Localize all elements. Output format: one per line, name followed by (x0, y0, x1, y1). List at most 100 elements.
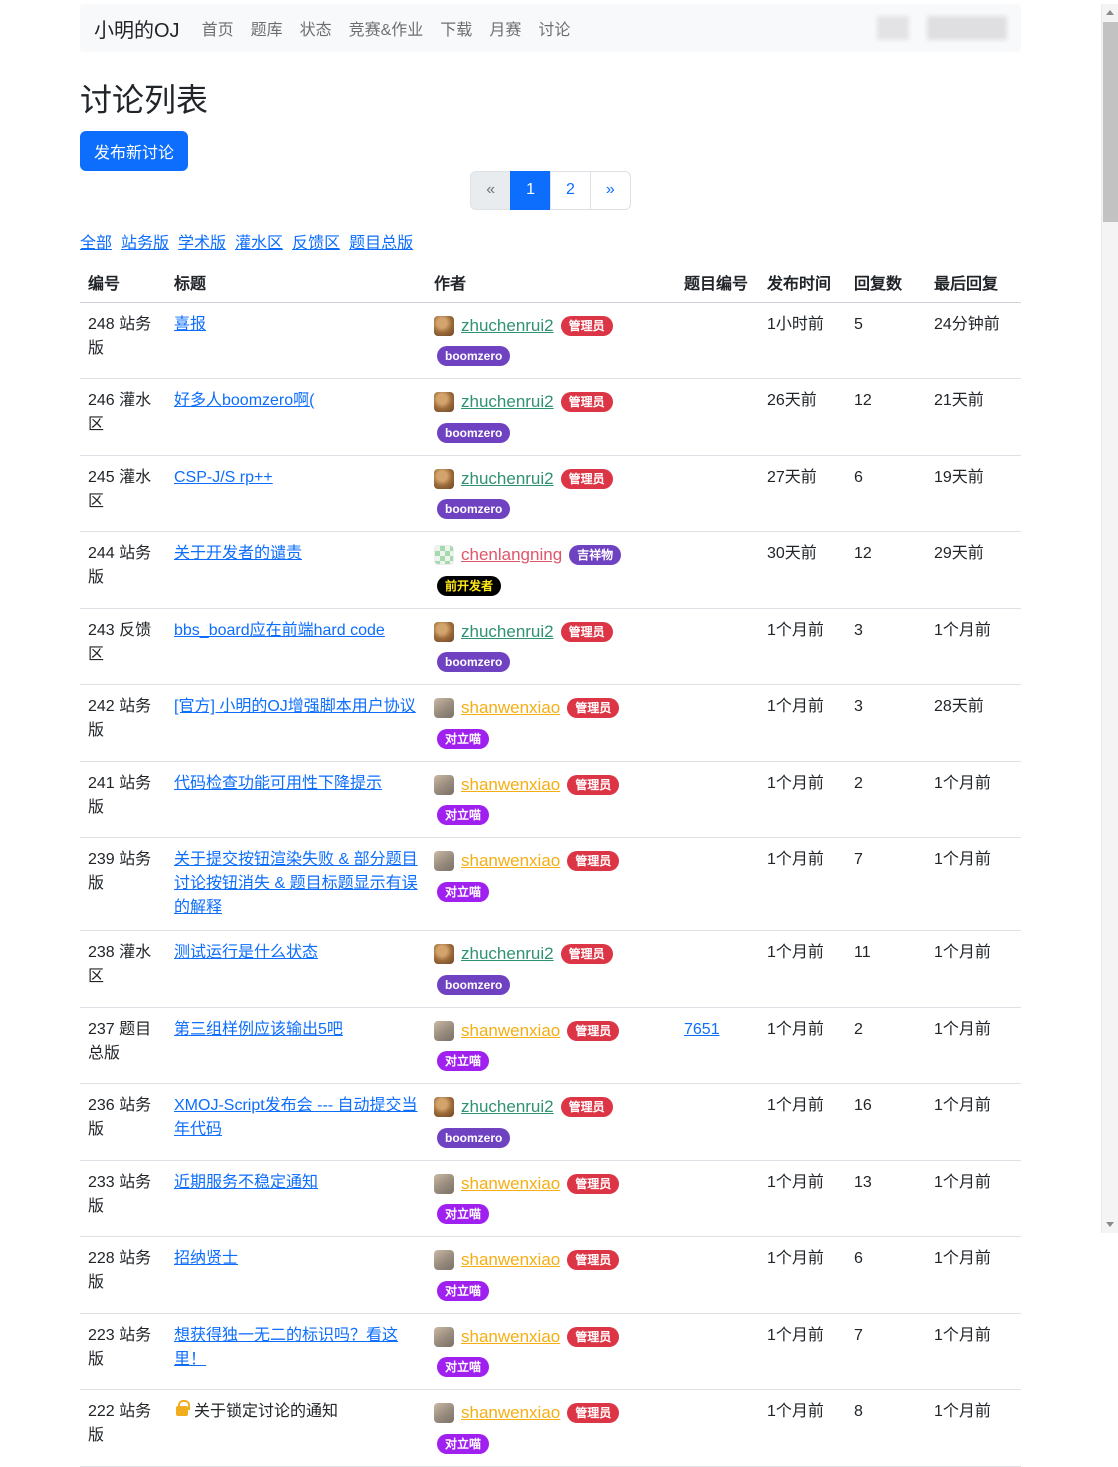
row-posted-cell: 1个月前 (759, 608, 846, 685)
filter-link[interactable]: 灌水区 (235, 235, 283, 252)
discussion-title-link[interactable]: 代码检查功能可用性下降提示 (174, 775, 382, 792)
row-posted-cell: 1个月前 (759, 1007, 846, 1084)
column-header: 标题 (166, 262, 426, 303)
author-link[interactable]: shanwenxiao (461, 1171, 560, 1197)
discussion-title-link[interactable]: 测试运行是什么状态 (174, 944, 318, 961)
problem-id-link[interactable]: 7651 (684, 1021, 720, 1038)
column-header: 编号 (80, 262, 166, 303)
pagination-page-2[interactable]: 2 (550, 171, 591, 210)
author-link[interactable]: shanwenxiao (461, 1400, 560, 1426)
discussion-title-link[interactable]: 喜报 (174, 316, 206, 333)
tag-badge: 对立喵 (437, 1357, 489, 1377)
tag-badge: 对立喵 (437, 805, 489, 825)
column-header: 最后回复 (926, 262, 1021, 303)
author-link[interactable]: zhuchenrui2 (461, 1094, 554, 1120)
discussion-title-link[interactable]: XMOJ-Script发布会 --- 自动提交当年代码 (174, 1097, 418, 1138)
row-posted-cell: 1个月前 (759, 838, 846, 931)
scroll-down-icon[interactable] (1102, 1216, 1118, 1233)
discussion-title-link[interactable]: 关于锁定讨论的通知 (194, 1403, 338, 1420)
user-avatar (434, 1250, 454, 1270)
filter-link[interactable]: 学术版 (178, 235, 226, 252)
scroll-up-icon[interactable] (1102, 4, 1118, 21)
pagination-next[interactable]: » (590, 171, 631, 210)
author-link[interactable]: zhuchenrui2 (461, 313, 554, 339)
row-author-cell: shanwenxiao管理员对立喵 (426, 1160, 676, 1237)
row-posted-cell: 1个月前 (759, 1160, 846, 1237)
row-last-reply-cell: 1个月前 (926, 1007, 1021, 1084)
row-last-reply-cell: 1个月前 (926, 931, 1021, 1008)
discussion-title-link[interactable]: 关于开发者的谴责 (174, 545, 302, 562)
row-last-reply-cell: 1个月前 (926, 1390, 1021, 1467)
row-id-board-cell: 223 站务版 (80, 1313, 166, 1390)
nav-link[interactable]: 讨论 (538, 16, 570, 40)
page-title: 讨论列表 (80, 75, 1021, 121)
author-link[interactable]: zhuchenrui2 (461, 619, 554, 645)
author-link[interactable]: shanwenxiao (461, 1247, 560, 1273)
main-container: 小明的OJ 首页题库状态竞赛&作业下载月赛讨论 讨论列表 发布新讨论 « 1 2… (80, 4, 1021, 1467)
discussion-title-link[interactable]: 第三组样例应该输出5吧 (174, 1021, 343, 1038)
scrollbar[interactable] (1101, 4, 1118, 1233)
discussion-title-link[interactable]: CSP-J/S rp++ (174, 469, 273, 486)
author-badge-line: 对立喵 (437, 880, 668, 904)
nav-links: 首页题库状态竞赛&作业下载月赛讨论 (202, 16, 588, 40)
discussion-title-link[interactable]: 关于提交按钮渲染失败 & 部分题目讨论按钮消失 & 题目标题显示有误的解释 (174, 851, 418, 916)
nav-link[interactable]: 竞赛&作业 (349, 16, 424, 40)
discussion-title-link[interactable]: 招纳贤士 (174, 1250, 238, 1267)
row-author-cell: shanwenxiao 管理员对立喵 (426, 838, 676, 931)
column-header: 发布时间 (759, 262, 846, 303)
redacted-user-block[interactable] (877, 16, 909, 40)
discussion-title-link[interactable]: [官方] 小明的OJ增强脚本用户协议 (174, 698, 416, 715)
user-menu-redacted[interactable] (877, 16, 1007, 40)
author-link[interactable]: zhuchenrui2 (461, 389, 554, 415)
author-line: zhuchenrui2管理员 (434, 466, 668, 492)
table-row: 245 灌水区CSP-J/S rp++zhuchenrui2管理员boomzer… (80, 455, 1021, 532)
nav-link[interactable]: 下载 (440, 16, 472, 40)
discussion-title-link[interactable]: 想获得独一无二的标识吗？看这里！ (174, 1327, 398, 1368)
new-discussion-button[interactable]: 发布新讨论 (80, 131, 188, 171)
tag-badge: 对立喵 (437, 1204, 489, 1224)
author-badge-line: 对立喵 (437, 1432, 668, 1456)
pagination-prev[interactable]: « (470, 171, 511, 210)
user-avatar (434, 622, 454, 642)
filter-link[interactable]: 反馈区 (292, 235, 340, 252)
author-link[interactable]: shanwenxiao (461, 695, 560, 721)
author-link[interactable]: zhuchenrui2 (461, 941, 554, 967)
role-badge: 管理员 (567, 851, 619, 871)
row-posted-cell: 1个月前 (759, 1084, 846, 1161)
user-avatar (434, 392, 454, 412)
row-last-reply-cell: 1个月前 (926, 1084, 1021, 1161)
table-row: 228 站务版招纳贤士shanwenxiao管理员对立喵1个月前61个月前 (80, 1237, 1021, 1314)
nav-link[interactable]: 首页 (202, 16, 234, 40)
discussion-title-link[interactable]: 好多人boomzero啊( (174, 392, 314, 409)
redacted-user-block[interactable] (927, 16, 1007, 40)
author-badge-line: 对立喵 (437, 1202, 668, 1226)
row-replies-cell: 16 (846, 1084, 926, 1161)
discussion-title-link[interactable]: 近期服务不稳定通知 (174, 1174, 318, 1191)
author-link[interactable]: chenlangning (461, 542, 562, 568)
row-problem-cell (676, 379, 759, 456)
filter-link[interactable]: 站务版 (121, 235, 169, 252)
filter-link[interactable]: 题目总版 (349, 235, 413, 252)
author-badge-line: boomzero (437, 421, 668, 445)
author-link[interactable]: shanwenxiao (461, 1018, 560, 1044)
row-replies-cell: 7 (846, 838, 926, 931)
nav-link[interactable]: 月赛 (489, 16, 521, 40)
pagination-page-1[interactable]: 1 (510, 171, 551, 210)
filter-link[interactable]: 全部 (80, 235, 112, 252)
author-link[interactable]: shanwenxiao (461, 772, 560, 798)
row-replies-cell: 3 (846, 608, 926, 685)
discussion-title-link[interactable]: bbs_board应在前端hard code (174, 622, 385, 639)
nav-link[interactable]: 题库 (251, 16, 283, 40)
author-line: shanwenxiao管理员 (434, 1324, 668, 1350)
row-title-cell: XMOJ-Script发布会 --- 自动提交当年代码 (166, 1084, 426, 1161)
row-posted-cell: 30天前 (759, 532, 846, 609)
row-author-cell: shanwenxiao管理员对立喵 (426, 1007, 676, 1084)
author-link[interactable]: shanwenxiao (461, 848, 560, 874)
tag-badge: 对立喵 (437, 1434, 489, 1454)
author-link[interactable]: shanwenxiao (461, 1324, 560, 1350)
nav-link[interactable]: 状态 (300, 16, 332, 40)
brand-link[interactable]: 小明的OJ (94, 14, 180, 43)
scrollbar-thumb[interactable] (1103, 22, 1118, 222)
author-link[interactable]: zhuchenrui2 (461, 466, 554, 492)
row-posted-cell: 1个月前 (759, 1313, 846, 1390)
